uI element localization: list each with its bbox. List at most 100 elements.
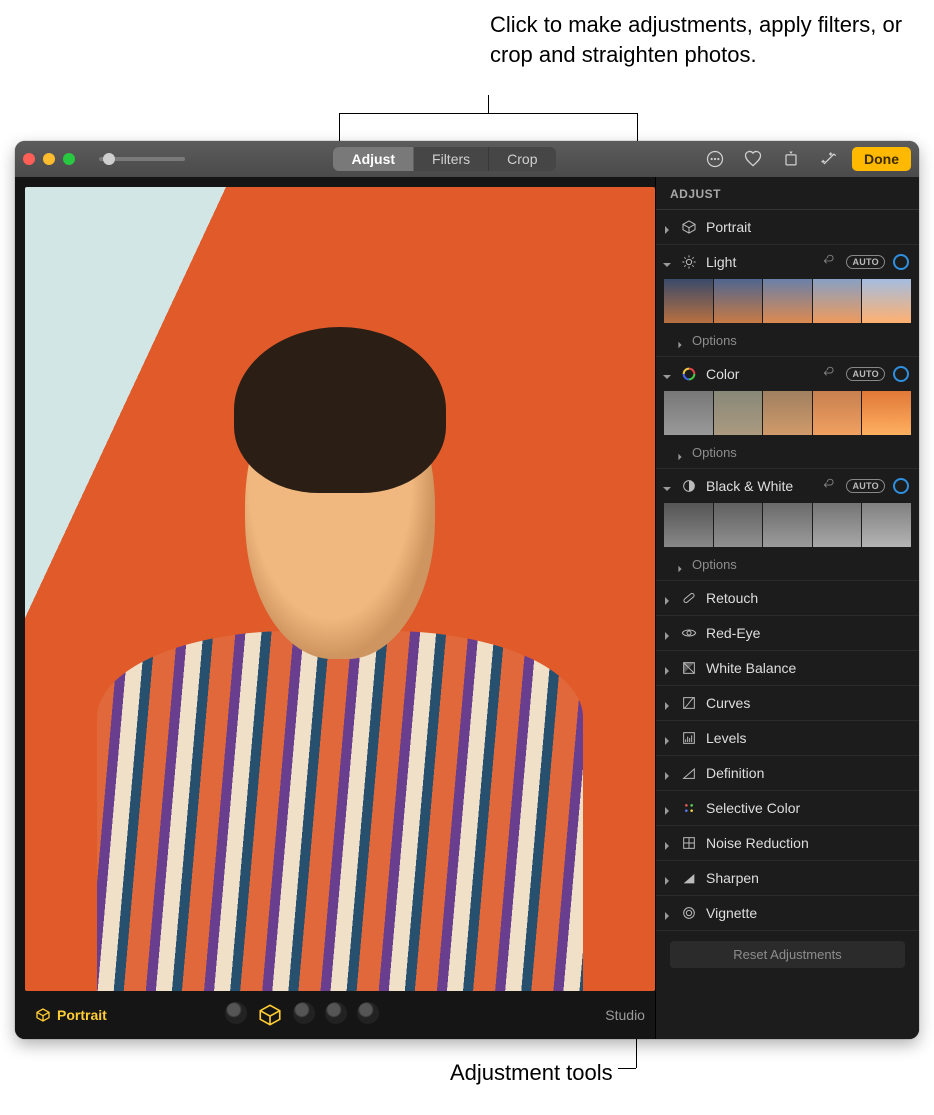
bandage-icon (680, 589, 698, 607)
adjustment-header[interactable]: Black & WhiteAUTO (656, 469, 919, 503)
canvas-area: Portrait Studio (15, 177, 655, 1039)
portrait-mode-button[interactable]: Portrait (35, 1007, 107, 1023)
adjustment-label: Definition (706, 765, 909, 781)
auto-enhance-icon[interactable] (818, 148, 840, 170)
adjustment-header[interactable]: Noise Reduction (656, 826, 919, 860)
undo-icon[interactable] (822, 366, 838, 382)
preview-thumb[interactable] (813, 279, 862, 323)
lighting-picker (225, 1002, 379, 1028)
adjustment-label: White Balance (706, 660, 909, 676)
tab-adjust[interactable]: Adjust (333, 147, 414, 171)
sidebar-header: ADJUST (656, 177, 919, 210)
auto-button[interactable]: AUTO (846, 255, 885, 269)
chevron-right-icon (676, 560, 686, 570)
photo-subject (75, 300, 604, 991)
halfcircle-icon (680, 477, 698, 495)
undo-icon[interactable] (822, 478, 838, 494)
preview-thumb[interactable] (813, 391, 862, 435)
rotate-icon[interactable] (780, 148, 802, 170)
preview-thumb[interactable] (862, 279, 911, 323)
lighting-option-contour[interactable] (293, 1002, 315, 1024)
reset-adjustments-button[interactable]: Reset Adjustments (670, 941, 905, 968)
chevron-right-icon (662, 768, 672, 778)
adjustment-header[interactable]: Light AUTO (656, 245, 919, 279)
auto-button[interactable]: AUTO (846, 479, 885, 493)
adjustment-label: Light (706, 254, 814, 270)
tab-crop[interactable]: Crop (489, 147, 555, 171)
adjustment-header[interactable]: Red-Eye (656, 616, 919, 650)
adjustment-header[interactable]: Levels (656, 721, 919, 755)
lighting-option-stage[interactable] (325, 1002, 347, 1024)
options-toggle[interactable]: Options (656, 553, 919, 580)
minimize-button[interactable] (43, 153, 55, 165)
enabled-indicator[interactable] (893, 478, 909, 494)
adjustment-label: Noise Reduction (706, 835, 909, 851)
preview-thumb[interactable] (664, 503, 713, 547)
adjustment-header[interactable]: Portrait (656, 210, 919, 244)
preview-thumb[interactable] (714, 391, 763, 435)
preview-thumb[interactable] (813, 503, 862, 547)
content-area: Portrait Studio ADJUST Portrait Light AUTO… (15, 177, 919, 1039)
preview-thumbnails[interactable] (656, 391, 919, 441)
adjustment-header[interactable]: Definition (656, 756, 919, 790)
chevron-down-icon (662, 369, 672, 379)
adjustment-header[interactable]: Retouch (656, 581, 919, 615)
adjustment-label: Sharpen (706, 870, 909, 886)
adjust-sidebar: ADJUST Portrait Light AUTO Options Color AUTO… (655, 177, 919, 1039)
adjustment-header[interactable]: Curves (656, 686, 919, 720)
tab-filters[interactable]: Filters (414, 147, 489, 171)
options-label: Options (692, 445, 737, 460)
callout-connector (339, 113, 638, 141)
preview-thumb[interactable] (664, 279, 713, 323)
eye-icon (680, 624, 698, 642)
chevron-right-icon (662, 908, 672, 918)
options-toggle[interactable]: Options (656, 441, 919, 468)
chevron-down-icon (662, 481, 672, 491)
triangle-solid-icon (680, 869, 698, 887)
chevron-right-icon (662, 628, 672, 638)
window-controls (23, 153, 75, 165)
preview-thumb[interactable] (862, 503, 911, 547)
enabled-indicator[interactable] (893, 366, 909, 382)
adjustment-header[interactable]: White Balance (656, 651, 919, 685)
undo-icon[interactable] (822, 254, 838, 270)
adjustment-noise-reduction: Noise Reduction (656, 826, 919, 861)
zoom-slider[interactable] (99, 157, 185, 161)
fullscreen-button[interactable] (63, 153, 75, 165)
preview-thumbnails[interactable] (656, 279, 919, 329)
preview-thumbnails[interactable] (656, 503, 919, 553)
more-icon[interactable] (704, 148, 726, 170)
adjustment-label: Vignette (706, 905, 909, 921)
adjustment-header[interactable]: Selective Color (656, 791, 919, 825)
preview-thumb[interactable] (763, 391, 812, 435)
chevron-right-icon (662, 698, 672, 708)
preview-thumb[interactable] (763, 279, 812, 323)
zoom-thumb[interactable] (103, 153, 115, 165)
auto-button[interactable]: AUTO (846, 367, 885, 381)
options-toggle[interactable]: Options (656, 329, 919, 356)
close-button[interactable] (23, 153, 35, 165)
enabled-indicator[interactable] (893, 254, 909, 270)
adjustment-header[interactable]: Vignette (656, 896, 919, 930)
sun-icon (680, 253, 698, 271)
preview-thumb[interactable] (714, 279, 763, 323)
callout-bottom: Adjustment tools (450, 1060, 613, 1086)
preview-thumb[interactable] (763, 503, 812, 547)
preview-thumb[interactable] (664, 391, 713, 435)
preview-thumb[interactable] (714, 503, 763, 547)
adjustment-header[interactable]: Sharpen (656, 861, 919, 895)
colorwheel-icon (680, 365, 698, 383)
adjustment-white-balance: White Balance (656, 651, 919, 686)
favorite-icon[interactable] (742, 148, 764, 170)
preview-thumb[interactable] (862, 391, 911, 435)
adjustment-header[interactable]: Color AUTO (656, 357, 919, 391)
adjustment-label: Color (706, 366, 814, 382)
adjustment-color: Color AUTO Options (656, 357, 919, 469)
adjustment-black-white: Black & WhiteAUTO Options (656, 469, 919, 581)
lighting-option-studio[interactable] (257, 1002, 283, 1028)
lighting-selected-label: Studio (605, 1007, 645, 1023)
done-button[interactable]: Done (852, 147, 911, 171)
lighting-option-stage-mono[interactable] (357, 1002, 379, 1024)
lighting-option-natural[interactable] (225, 1002, 247, 1024)
adjustment-portrait: Portrait (656, 210, 919, 245)
